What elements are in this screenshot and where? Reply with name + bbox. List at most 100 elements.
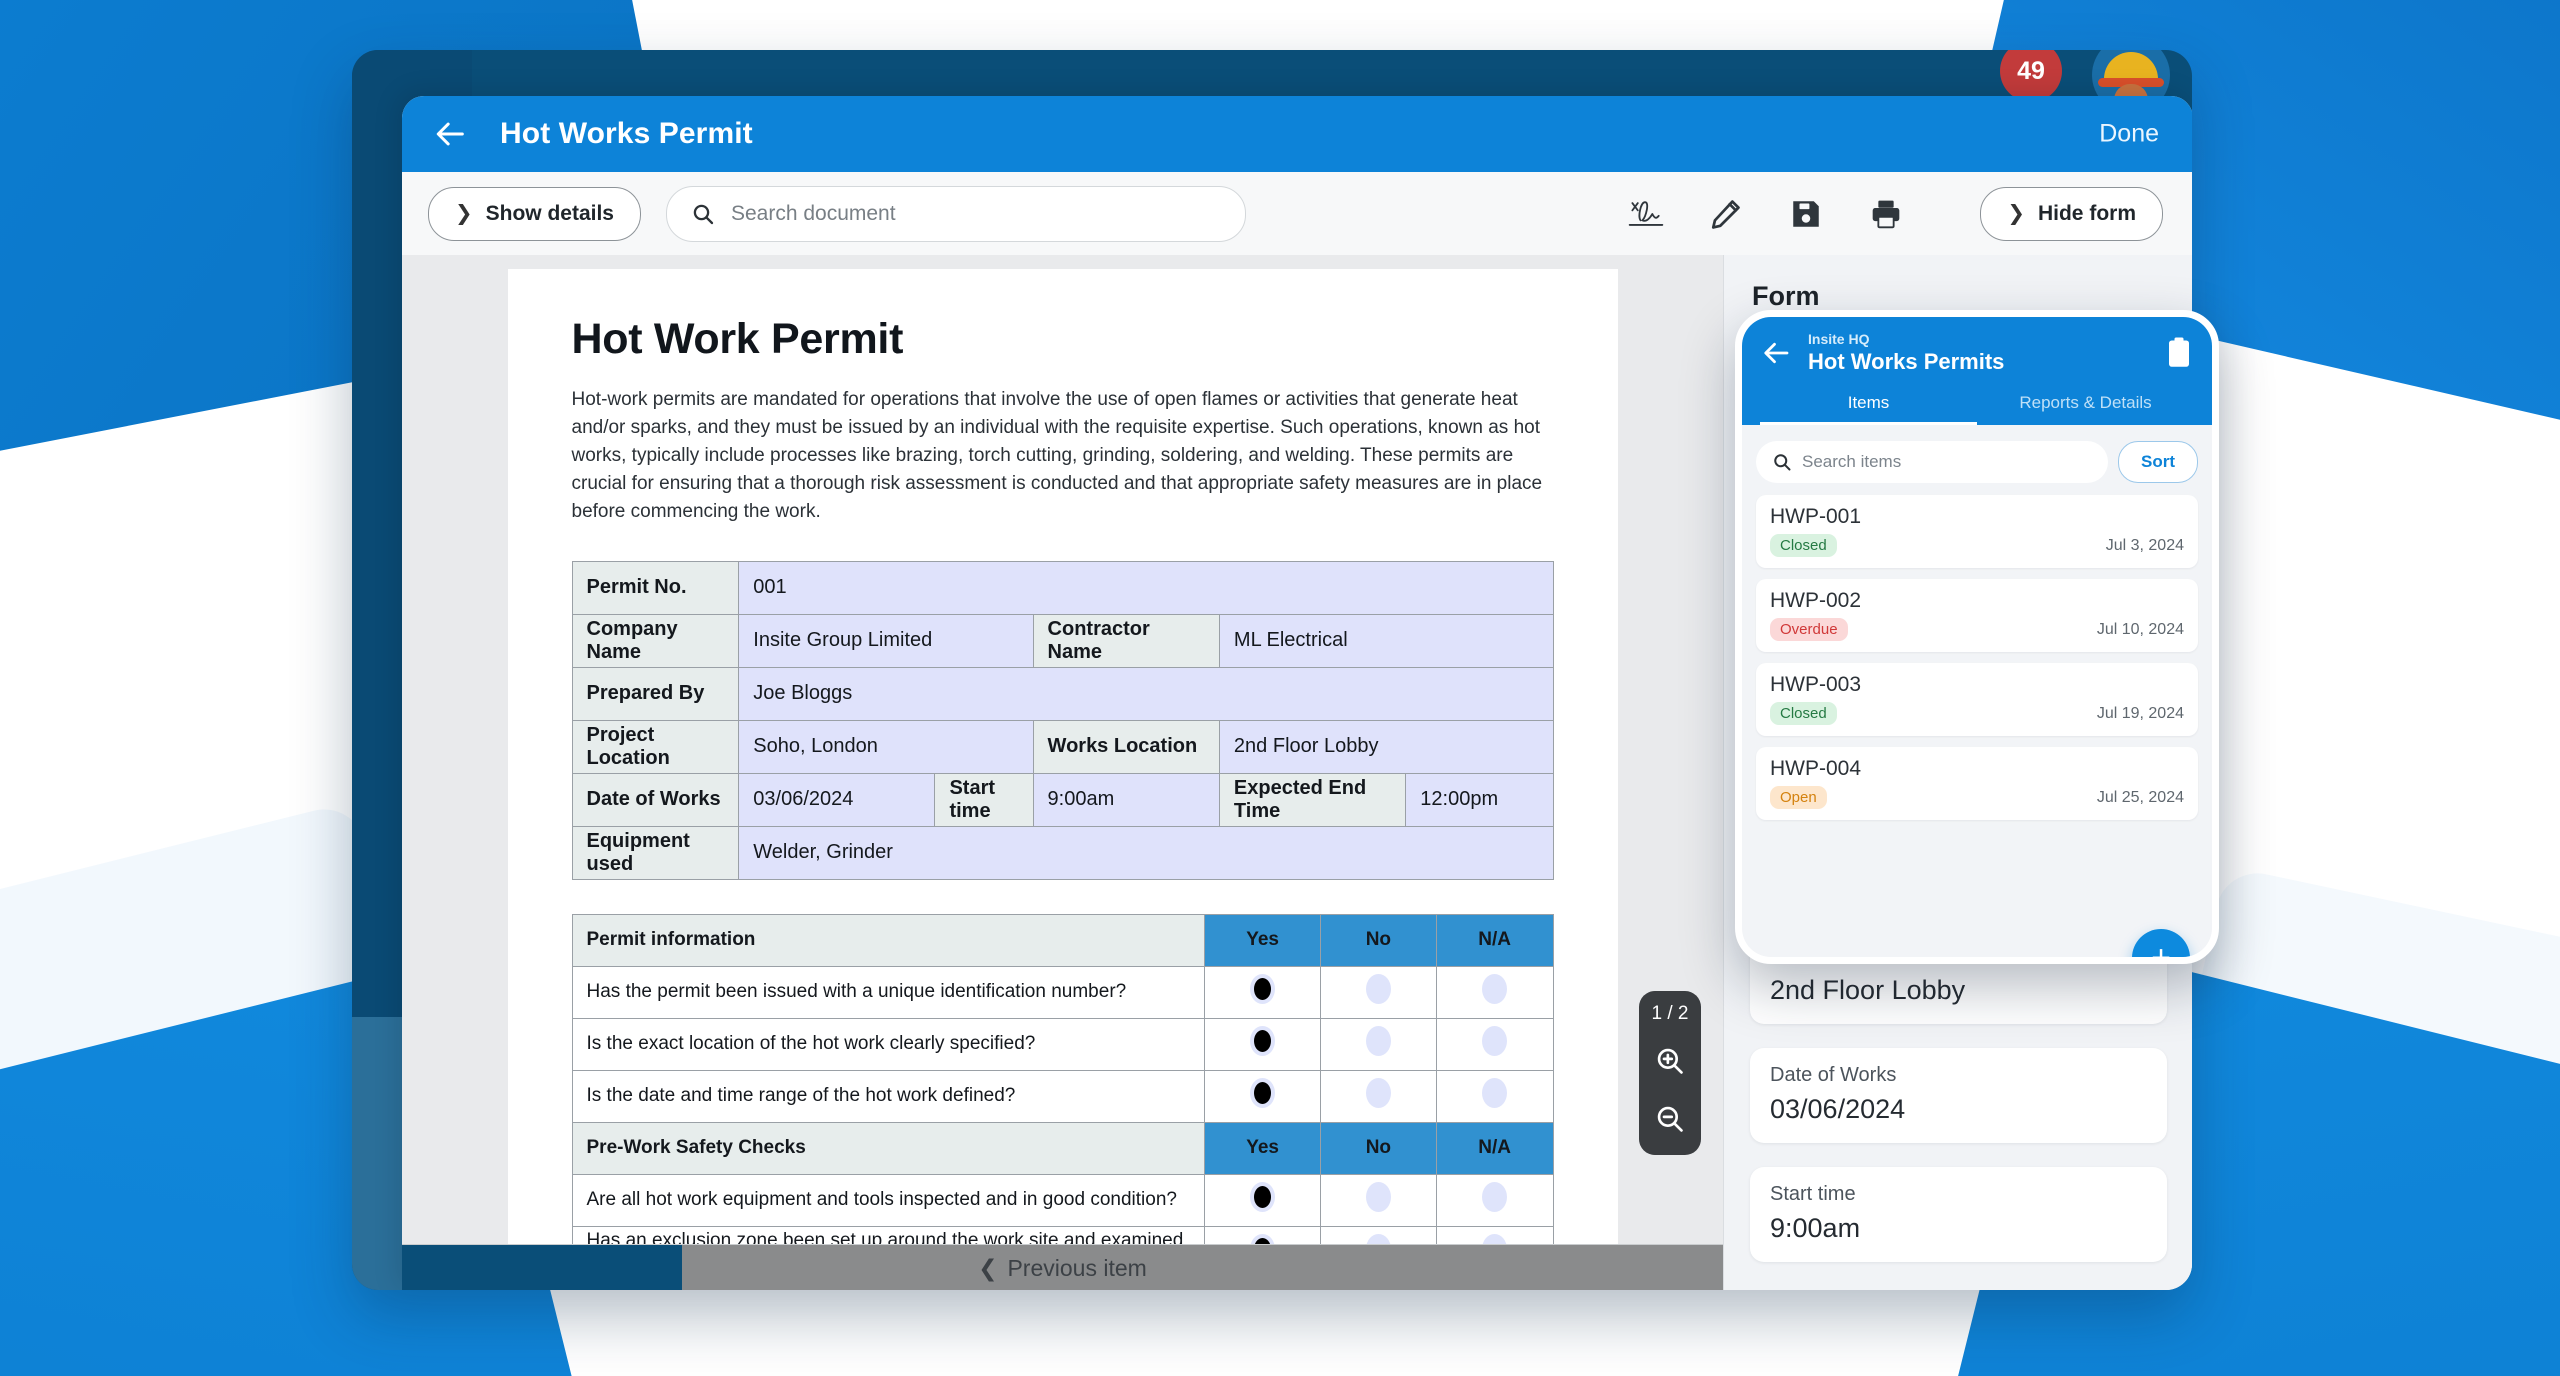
radio-button[interactable] xyxy=(1250,1078,1276,1109)
checklist-table: Permit information Yes No N/A Has the permit… xyxy=(571,913,1554,1290)
checklist-option-no[interactable] xyxy=(1320,1017,1437,1071)
radio-button[interactable] xyxy=(1250,1182,1276,1213)
detail-value[interactable]: 03/06/2024 xyxy=(738,772,936,827)
detail-value[interactable]: 12:00pm xyxy=(1405,772,1554,827)
checklist-option-header: N/A xyxy=(1435,913,1554,967)
checklist-row: Is the date and time range of the hot wo… xyxy=(571,1069,1554,1123)
zoom-out-icon[interactable] xyxy=(1648,1097,1692,1141)
checklist-option-header: N/A xyxy=(1435,1121,1554,1175)
toolbar-actions: ❯ Hide form xyxy=(1624,186,2163,241)
radio-button[interactable] xyxy=(1250,974,1276,1005)
checklist-option-yes[interactable] xyxy=(1204,1069,1321,1123)
form-field-label: Date of Works xyxy=(1770,1064,1897,1086)
radio-button[interactable] xyxy=(1482,974,1508,1005)
zoom-in-icon[interactable] xyxy=(1648,1039,1692,1083)
clipboard-icon[interactable] xyxy=(2164,336,2194,370)
radio-button[interactable] xyxy=(1482,1182,1508,1213)
detail-label: Prepared By xyxy=(571,666,740,721)
checklist-question: Has the permit been issued with a unique… xyxy=(571,965,1206,1019)
detail-value[interactable]: Welder, Grinder xyxy=(738,825,1554,880)
radio-button[interactable] xyxy=(1482,1078,1508,1109)
item-date: Jul 10, 2024 xyxy=(2096,620,2184,638)
document-page: Hot Work Permit Hot-work permits are man… xyxy=(507,269,1618,1290)
form-field-label: Start time xyxy=(1770,1183,1856,1205)
notification-badge[interactable]: 49 xyxy=(2000,50,2062,102)
print-icon[interactable] xyxy=(1864,192,1908,236)
detail-label: Project Location xyxy=(571,719,740,774)
phone-back-arrow-icon[interactable] xyxy=(1760,336,1794,370)
detail-value[interactable]: Soho, London xyxy=(738,719,1034,774)
previous-item-bar[interactable]: ❮ Previous item xyxy=(402,1244,1723,1290)
list-item[interactable]: HWP-001 Closed Jul 3, 2024 xyxy=(1756,495,2198,569)
add-item-button[interactable]: + xyxy=(2132,929,2190,957)
hide-form-button[interactable]: ❯ Hide form xyxy=(1980,186,2163,241)
signature-icon[interactable] xyxy=(1624,192,1668,236)
page-indicator: 1 / 2 xyxy=(1651,1003,1689,1024)
radio-button[interactable] xyxy=(1365,1182,1391,1213)
checklist-option-yes[interactable] xyxy=(1204,1173,1321,1227)
checklist-option-no[interactable] xyxy=(1320,1173,1437,1227)
list-item[interactable]: HWP-004 Open Jul 25, 2024 xyxy=(1756,747,2198,821)
status-badge: Overdue xyxy=(1770,618,1848,642)
status-badge: Open xyxy=(1770,786,1827,810)
checklist-option-no[interactable] xyxy=(1320,965,1437,1019)
detail-value[interactable]: ML Electrical xyxy=(1218,613,1554,668)
tab-items[interactable]: Items xyxy=(1760,385,1977,426)
page-title: Hot Works Permit xyxy=(500,117,753,150)
prev-bar-accent xyxy=(402,1245,682,1290)
form-field-card[interactable]: Date of Works 03/06/2024 xyxy=(1750,1048,2167,1143)
tab-reports-details[interactable]: Reports & Details xyxy=(1977,385,2194,425)
arrow-left-icon[interactable] xyxy=(428,111,474,157)
checklist-option-yes[interactable] xyxy=(1204,965,1321,1019)
checklist-option-no[interactable] xyxy=(1320,1069,1437,1123)
sort-button[interactable]: Sort xyxy=(2118,441,2198,484)
phone-search-row: Search items Sort xyxy=(1756,441,2198,484)
checklist-option-na[interactable] xyxy=(1435,1017,1554,1071)
radio-button[interactable] xyxy=(1482,1026,1508,1057)
checklist-question: Are all hot work equipment and tools ins… xyxy=(571,1173,1206,1227)
table-row: Prepared By Joe Bloggs xyxy=(571,666,1554,721)
item-meta-row: Overdue Jul 10, 2024 xyxy=(1770,618,2184,642)
save-icon[interactable] xyxy=(1784,192,1828,236)
table-row: Company Name Insite Group Limited Contract… xyxy=(571,613,1554,668)
radio-button[interactable] xyxy=(1365,1078,1391,1109)
phone-title: Hot Works Permits xyxy=(1808,348,2005,374)
done-button[interactable]: Done xyxy=(2099,120,2159,149)
checklist-option-header: No xyxy=(1320,913,1437,967)
detail-value[interactable]: 2nd Floor Lobby xyxy=(1218,719,1554,774)
phone-overlay: Insite HQ Hot Works Permits Items Reports… xyxy=(1735,310,2219,964)
phone-body: Search items Sort HWP-001 Closed Jul 3, 20… xyxy=(1742,425,2212,957)
chevron-left-icon: ❮ xyxy=(978,1254,998,1281)
radio-button[interactable] xyxy=(1365,974,1391,1005)
detail-label: Start time xyxy=(934,772,1034,827)
item-meta-row: Open Jul 25, 2024 xyxy=(1770,786,2184,810)
phone-search-input[interactable]: Search items xyxy=(1756,441,2108,484)
item-id: HWP-004 xyxy=(1770,757,1862,781)
checklist-option-yes[interactable] xyxy=(1204,1017,1321,1071)
document-title: Hot Work Permit xyxy=(571,315,904,363)
document-intro: Hot-work permits are mandated for operat… xyxy=(571,389,1543,523)
checklist-option-na[interactable] xyxy=(1435,965,1554,1019)
item-id: HWP-001 xyxy=(1770,505,1862,529)
show-details-button[interactable]: ❯ Show details xyxy=(428,186,641,241)
detail-value[interactable]: Joe Bloggs xyxy=(738,666,1554,721)
detail-value[interactable]: 001 xyxy=(738,560,1554,615)
checklist-option-na[interactable] xyxy=(1435,1069,1554,1123)
form-field-card[interactable]: Start time 9:00am xyxy=(1750,1167,2167,1262)
detail-label: Contractor Name xyxy=(1032,613,1220,668)
checklist-section-title: Permit information xyxy=(571,913,1206,967)
checklist-row: Is the exact location of the hot work cl… xyxy=(571,1017,1554,1071)
document-pane[interactable]: Hot Work Permit Hot-work permits are man… xyxy=(402,255,1723,1290)
chevron-right-icon: ❯ xyxy=(455,202,473,225)
checklist-option-na[interactable] xyxy=(1435,1173,1554,1227)
list-item[interactable]: HWP-003 Closed Jul 19, 2024 xyxy=(1756,663,2198,737)
checklist-row: Are all hot work equipment and tools ins… xyxy=(571,1173,1554,1227)
radio-button[interactable] xyxy=(1250,1026,1276,1057)
list-item[interactable]: HWP-002 Overdue Jul 10, 2024 xyxy=(1756,579,2198,653)
detail-value[interactable]: 9:00am xyxy=(1032,772,1220,827)
radio-button[interactable] xyxy=(1365,1026,1391,1057)
detail-value[interactable]: Insite Group Limited xyxy=(738,613,1034,668)
pencil-icon[interactable] xyxy=(1704,192,1748,236)
status-badge: Closed xyxy=(1770,534,1837,558)
search-input[interactable]: Search document xyxy=(665,185,1246,242)
